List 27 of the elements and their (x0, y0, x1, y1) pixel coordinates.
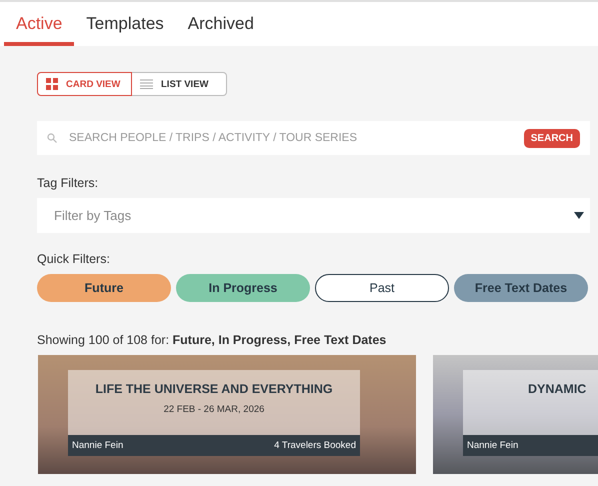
grid-icon (46, 78, 58, 90)
trip-author: Nannie Fein (467, 440, 518, 451)
quick-filters-label: Quick Filters: (37, 252, 111, 266)
quick-filter-pill[interactable]: Future (37, 274, 171, 302)
tag-filters-label: Tag Filters: (37, 176, 100, 190)
search-icon (47, 133, 57, 143)
trip-title: DYNAMIC (528, 382, 586, 396)
view-toggle-button[interactable]: CARD VIEW (37, 72, 132, 96)
list-icon (140, 79, 153, 89)
tab[interactable]: Active (4, 2, 74, 46)
trip-dates: 22 FEB - 26 MAR, 2026 (164, 404, 264, 415)
tab[interactable]: Templates (74, 2, 176, 46)
trip-card[interactable]: LIFE THE UNIVERSE AND EVERYTHING 22 FEB - 26 MAR, 2026 Nannie Fein 4 Travelers Booked (38, 355, 416, 474)
bookings-count: 4 Travelers Booked (274, 440, 356, 451)
trip-author: Nannie Fein (72, 440, 124, 451)
view-toggle-button[interactable]: LIST VIEW (132, 72, 227, 96)
search-button[interactable]: SEARCH (524, 128, 580, 148)
quick-filter-pill[interactable]: Past (315, 274, 449, 302)
results-summary: Showing 100 of 108 for: Future, In Progress, Free Text Dates (37, 333, 388, 347)
trip-title: LIFE THE UNIVERSE AND EVERYTHING (95, 382, 333, 396)
quick-filter-pill[interactable]: In Progress (176, 274, 310, 302)
tag-filter-dropdown[interactable]: Filter by Tags (37, 198, 590, 233)
quick-filter-pill[interactable]: Free Text Dates (454, 274, 588, 302)
tab[interactable]: Archived (176, 2, 266, 46)
search-field[interactable]: SEARCH PEOPLE / TRIPS / ACTIVITY / TOUR SERIES SEARCH (37, 121, 590, 155)
dropdown-caret-icon (574, 212, 584, 219)
trip-card[interactable]: DYNAMIC Nannie Fein (433, 355, 598, 474)
